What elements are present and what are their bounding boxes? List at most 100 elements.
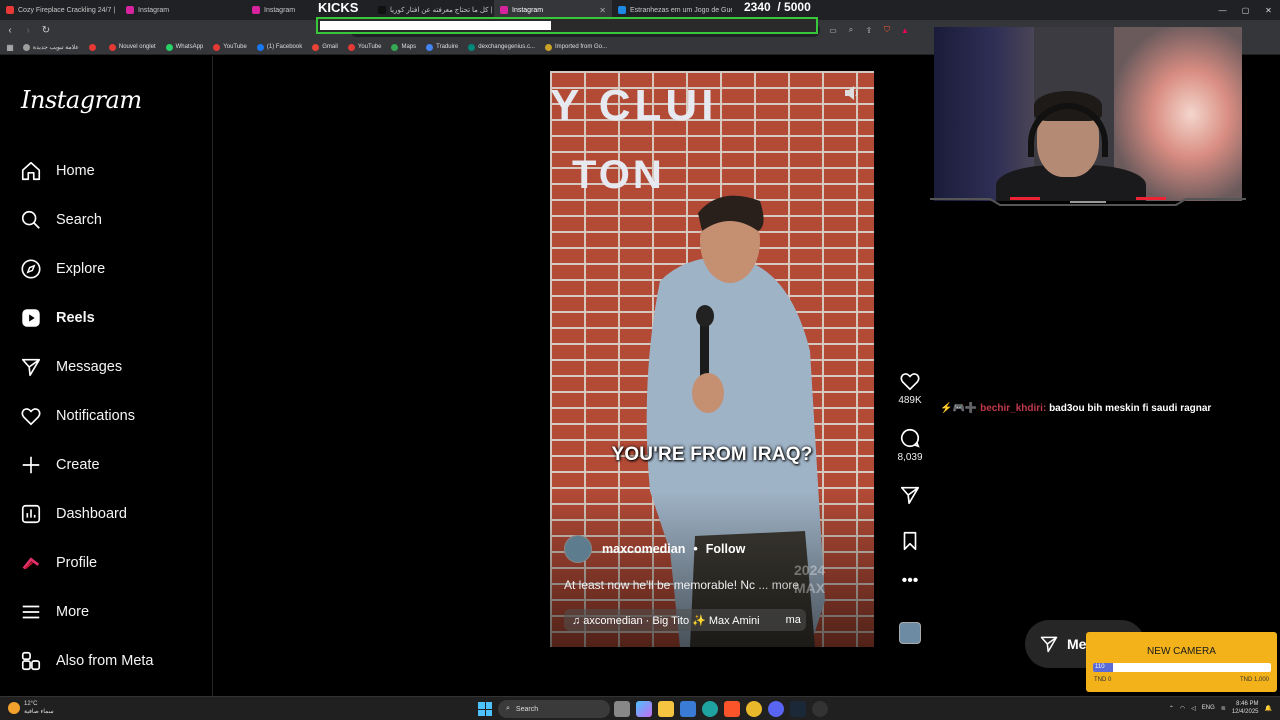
weather-widget[interactable]: 12°C سماء صافية — [8, 700, 54, 716]
windows-start-icon[interactable] — [478, 702, 492, 716]
rewards-icon[interactable]: ▲ — [898, 23, 912, 37]
clock[interactable]: 8:46 PM 12/4/2025 — [1232, 700, 1259, 716]
reels-icon — [20, 307, 42, 329]
back-icon[interactable]: ‹ — [2, 22, 18, 38]
sidebar-item-label: Search — [56, 212, 102, 228]
sidebar-item-also-from-meta[interactable]: Also from Meta — [20, 646, 154, 676]
hamburger-icon — [20, 601, 42, 623]
clock-time: 8:46 PM — [1236, 701, 1259, 707]
bookmark-label: Gmail — [322, 44, 338, 50]
like-action[interactable]: 489K — [893, 370, 927, 406]
clock-date: 12/4/2025 — [1231, 709, 1259, 715]
bookmark-item[interactable]: dexchangegenius.c... — [463, 43, 540, 51]
sidebar-item-dashboard[interactable]: Dashboard — [20, 499, 127, 529]
sidebar-item-reels[interactable]: Reels — [20, 303, 95, 333]
sidebar-item-notifications[interactable]: Notifications — [20, 401, 135, 431]
audio-track[interactable]: ♫ axcomedian · Big Tito ✨ Max Amini ma — [564, 609, 806, 631]
sidebar-item-label: Notifications — [56, 408, 135, 424]
speaker-icon[interactable] — [842, 83, 862, 103]
bookmark-favicon-icon — [312, 43, 320, 51]
bookmark-item[interactable]: Imported from Go... — [540, 43, 612, 51]
apps-grid-icon[interactable]: ▦ — [2, 39, 18, 55]
chrome-icon[interactable] — [746, 701, 762, 717]
file-explorer-icon[interactable] — [658, 701, 674, 717]
forward-icon[interactable]: › — [20, 22, 36, 38]
sidebar-item-explore[interactable]: Explore — [20, 254, 105, 284]
bookmark-item[interactable]: علامة تبويب جديدة — [18, 43, 84, 51]
heart-icon[interactable] — [899, 370, 921, 392]
sidebar-item-label: Home — [56, 163, 95, 179]
author-avatar[interactable] — [564, 535, 592, 563]
minimize-icon[interactable]: — — [1211, 0, 1234, 20]
bookmark-item[interactable]: Traduire — [421, 43, 463, 51]
chat-username: bechir_khdiri: — [980, 403, 1047, 414]
copilot-icon[interactable] — [636, 701, 652, 717]
close-icon[interactable]: ✕ — [1257, 0, 1280, 20]
browser-tab[interactable]: Instagram — [120, 0, 246, 20]
profile-avatar-icon — [20, 552, 42, 574]
ellipsis-icon[interactable]: ••• — [902, 573, 919, 589]
sidebar-item-label: Reels — [56, 310, 95, 326]
maximize-icon[interactable]: ▢ — [1234, 0, 1257, 20]
bookmark-item[interactable]: WhatsApp — [161, 43, 209, 51]
steam-icon[interactable] — [790, 701, 806, 717]
sidebar-item-more[interactable]: More — [20, 597, 89, 627]
instagram-logo[interactable]: Instagram — [21, 86, 142, 114]
edge-icon[interactable] — [702, 701, 718, 717]
bookmark-favicon-icon — [23, 43, 30, 51]
bookmark-item[interactable]: Gmail — [307, 43, 343, 51]
reel-video[interactable]: Y CLUI TON YOU'RE FROM IRAQ? 2024 MAX ma… — [550, 71, 874, 647]
sidebar-item-home[interactable]: Home — [20, 156, 95, 186]
bookmark-item[interactable]: (1) Facebook — [252, 43, 307, 51]
volume-icon[interactable]: ◁ — [1191, 705, 1196, 712]
brave-shield-icon[interactable]: ⛉ — [880, 23, 894, 37]
tab-favicon-icon — [6, 6, 14, 14]
tab-title: Instagram — [264, 6, 296, 14]
tray-chevron-icon[interactable]: ⌃ — [1169, 705, 1174, 712]
brave-icon[interactable] — [724, 701, 740, 717]
sidebar-item-messages[interactable]: Messages — [20, 352, 122, 382]
browser-tab[interactable]: Cozy Fireplace Crackling 24/7 | — [0, 0, 120, 20]
more-options-action[interactable]: ••• — [893, 573, 927, 589]
sidebar-item-create[interactable]: Create — [20, 450, 100, 480]
author-username[interactable]: maxcomedian — [602, 542, 685, 556]
webcam-frame-decoration — [930, 197, 1246, 206]
audio-thumb-icon[interactable] — [899, 622, 921, 644]
task-view-icon[interactable] — [614, 701, 630, 717]
zoom-icon[interactable]: ⌕ — [844, 23, 858, 37]
comment-action[interactable]: 8,039 — [893, 427, 927, 463]
notification-bell-icon[interactable]: 🔔 — [1265, 705, 1272, 712]
wifi-icon[interactable]: ≋ — [1221, 705, 1226, 712]
share-action[interactable] — [893, 484, 927, 506]
bookmark-item[interactable]: Nouvel onglet — [104, 43, 161, 51]
taskbar-search[interactable]: ⌕ Search — [498, 700, 610, 718]
weather-sun-icon — [8, 702, 20, 714]
paper-plane-icon[interactable] — [899, 484, 921, 506]
bookmark-item[interactable]: Maps — [386, 43, 421, 51]
camera-goal-widget: NEW CAMERA 110 TND 0 TND 1,000 — [1086, 632, 1277, 692]
bookmark-item[interactable] — [84, 43, 104, 51]
more-link[interactable]: ... more — [758, 578, 799, 592]
discord-icon[interactable] — [768, 701, 784, 717]
network-icon[interactable]: ◠ — [1180, 705, 1185, 712]
follow-button[interactable]: Follow — [706, 542, 746, 556]
cast-icon[interactable]: ▭ — [826, 23, 840, 37]
sidebar-item-profile[interactable]: Profile — [20, 548, 97, 578]
reload-icon[interactable]: ↻ — [38, 22, 54, 38]
save-action[interactable] — [893, 530, 927, 552]
store-icon[interactable] — [680, 701, 696, 717]
description-text: At least now he'll be memorable! Nc — [564, 578, 756, 592]
share-icon[interactable]: ⇪ — [862, 23, 876, 37]
camera-goal-min: TND 0 — [1094, 677, 1112, 683]
comment-icon[interactable] — [899, 427, 921, 449]
obs-icon[interactable] — [812, 701, 828, 717]
bookmark-item[interactable]: YouTube — [208, 43, 252, 51]
window-controls: — ▢ ✕ — [1211, 0, 1280, 20]
bookmark-item[interactable]: YouTube — [343, 43, 387, 51]
sidebar-item-search[interactable]: Search — [20, 205, 102, 235]
bookmark-label: Maps — [401, 44, 417, 50]
bookmark-icon[interactable] — [899, 530, 921, 552]
audio-thumbnail[interactable] — [893, 622, 927, 644]
sidebar-item-label: Create — [56, 457, 100, 473]
language-indicator[interactable]: ENG — [1202, 705, 1215, 711]
